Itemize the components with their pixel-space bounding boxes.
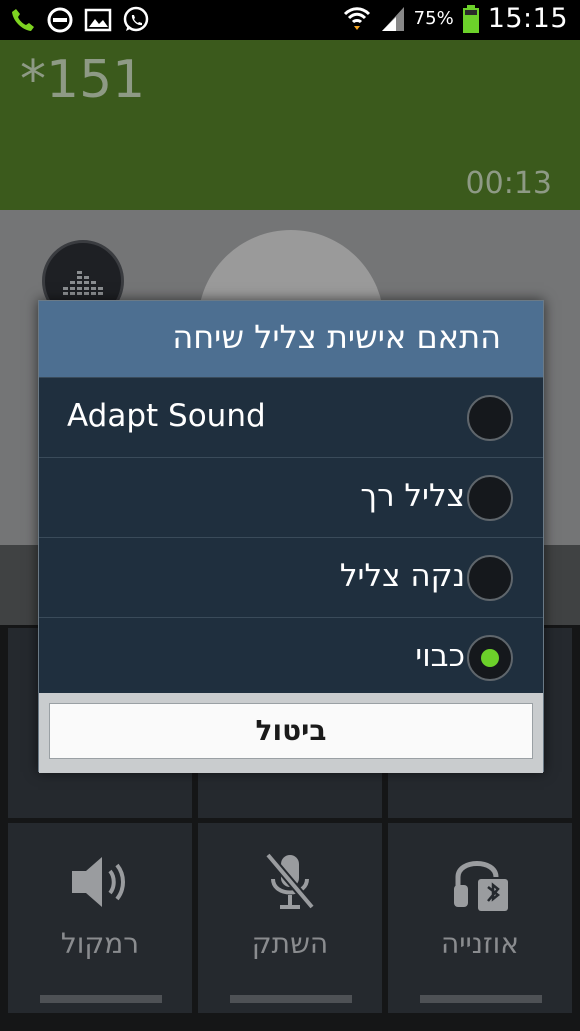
- cancel-button[interactable]: ביטול: [49, 703, 533, 759]
- speaker-icon: [72, 857, 125, 907]
- signal-icon: [381, 6, 404, 31]
- bluetooth-headset-icon: [454, 861, 508, 911]
- status-bar: 75% 15:15: [0, 0, 580, 40]
- do-not-disturb-icon: [47, 7, 73, 33]
- speaker-button[interactable]: רמקול: [8, 823, 192, 1013]
- call-header: *151 00:13: [0, 40, 580, 210]
- option-soft-sound[interactable]: צליל רך: [39, 457, 543, 537]
- call-sound-dialog: התאם אישית צליל שיחה Adapt Sound צליל רך…: [38, 300, 544, 773]
- notification-icons: [10, 6, 150, 34]
- call-number: *151: [20, 50, 146, 110]
- option-label: כבוי: [415, 638, 465, 674]
- headset-label: אוזנייה: [440, 927, 520, 960]
- radio-soft-sound[interactable]: [467, 475, 513, 521]
- whatsapp-icon: [123, 6, 149, 32]
- phone-call-icon: [12, 9, 34, 31]
- dialog-footer: ביטול: [39, 693, 543, 773]
- speaker-indicator: [40, 995, 162, 1003]
- radio-adapt-sound[interactable]: [467, 395, 513, 441]
- speaker-label: רמקול: [60, 927, 140, 960]
- mute-button[interactable]: השתק: [198, 823, 382, 1013]
- option-adapt-sound[interactable]: Adapt Sound: [39, 377, 543, 457]
- option-clear-sound[interactable]: נקה צליל: [39, 537, 543, 617]
- dialog-title: התאם אישית צליל שיחה: [39, 301, 543, 377]
- headset-indicator: [420, 995, 542, 1003]
- call-timer: 00:13: [465, 166, 552, 201]
- headset-button[interactable]: אוזנייה: [388, 823, 572, 1013]
- option-label: צליל רך: [360, 478, 465, 514]
- gallery-icon: [84, 8, 112, 32]
- wifi-icon: [343, 6, 370, 30]
- option-off[interactable]: כבוי: [39, 617, 543, 693]
- option-label: Adapt Sound: [67, 398, 266, 434]
- battery-percent: 75%: [413, 8, 454, 29]
- mute-indicator: [230, 995, 352, 1003]
- system-status: 75% 15:15: [342, 3, 568, 34]
- clock: 15:15: [487, 3, 568, 34]
- option-label: נקה צליל: [339, 558, 465, 594]
- radio-clear-sound[interactable]: [467, 555, 513, 601]
- radio-off-selected[interactable]: [467, 635, 513, 681]
- mic-off-icon: [264, 852, 316, 910]
- mute-label: השתק: [251, 927, 329, 960]
- battery-icon: [462, 4, 479, 33]
